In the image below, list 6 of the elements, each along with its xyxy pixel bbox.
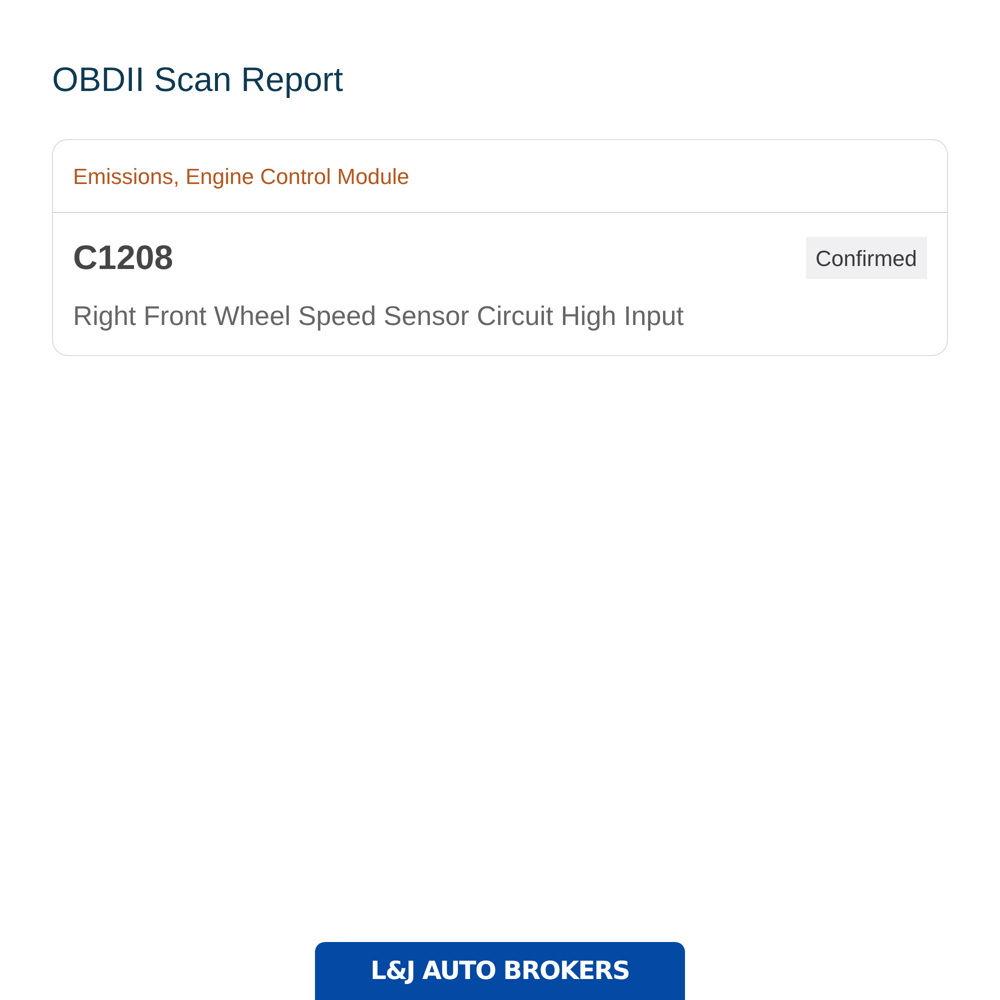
trouble-code: C1208 — [73, 238, 174, 279]
module-label: Emissions, Engine Control Module — [73, 162, 410, 191]
page-title: OBDII Scan Report — [52, 60, 344, 101]
code-description: Right Front Wheel Speed Sensor Circuit High Input — [73, 300, 684, 333]
status-badge: Confirmed — [806, 237, 927, 279]
logo-text: L&J AUTO BROKERS — [370, 956, 630, 986]
